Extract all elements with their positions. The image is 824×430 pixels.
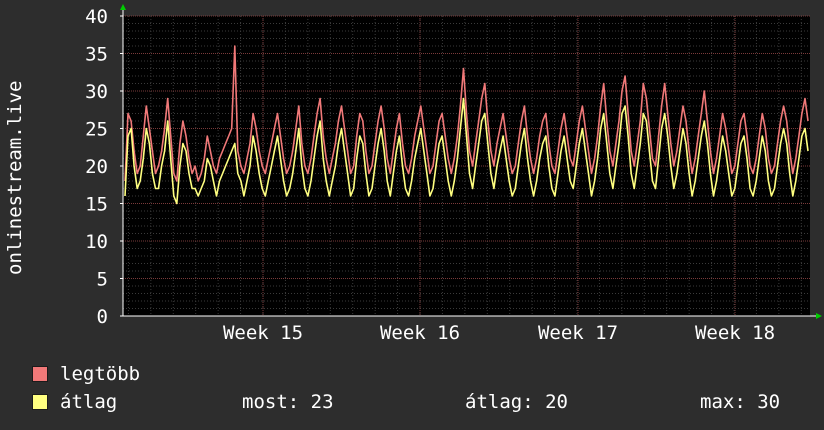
x-tick-labels: Week 15 Week 16 Week 17 Week 18 (223, 322, 775, 344)
y-tick-label: 0 (97, 306, 108, 328)
y-tick-label: 20 (85, 156, 108, 178)
legend-swatch-avg (32, 394, 48, 410)
y-tick-labels: 0 5 10 15 20 25 30 35 40 (85, 6, 108, 328)
y-tick-label: 40 (85, 6, 108, 28)
y-tick-label: 10 (85, 231, 108, 253)
legend-item-avg: átlag (32, 391, 117, 413)
x-tick-label: Week 15 (223, 322, 303, 344)
x-tick-label: Week 17 (538, 322, 618, 344)
stat-now: most: 23 (242, 391, 334, 413)
y-tick-label: 35 (85, 44, 108, 66)
x-tick-label: Week 18 (695, 322, 775, 344)
x-axis-arrow (816, 313, 822, 319)
x-tick-label: Week 16 (380, 322, 460, 344)
y-tick-label: 5 (97, 269, 108, 291)
stat-max: max: 30 (700, 391, 781, 413)
y-tick-label: 15 (85, 194, 108, 216)
y-tick-label: 30 (85, 81, 108, 103)
y-axis-label: onlinestream.live (4, 80, 26, 275)
stat-avg: átlag: 20 (465, 391, 568, 413)
legend-label-max: legtöbb (60, 363, 141, 385)
legend-swatch-max (32, 366, 48, 382)
legend-item-max: legtöbb (32, 363, 140, 385)
y-axis-arrow (120, 4, 126, 10)
y-tick-label: 25 (85, 119, 108, 141)
legend-label-avg: átlag (60, 391, 118, 413)
